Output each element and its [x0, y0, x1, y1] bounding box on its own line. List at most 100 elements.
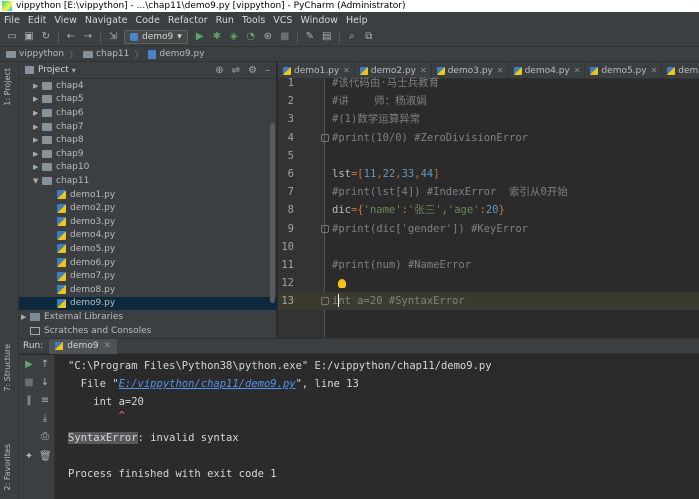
project-structure-icon[interactable]: ▤ — [321, 31, 333, 43]
open-folder-icon[interactable]: ▭ — [6, 31, 18, 43]
concurrency-icon[interactable]: ⊛ — [262, 31, 274, 43]
tree-item[interactable]: ▶ chap7 — [19, 120, 277, 134]
stop-icon[interactable]: ■ — [279, 31, 291, 43]
menu-code[interactable]: Code — [135, 15, 159, 26]
menu-tools[interactable]: Tools — [242, 15, 265, 26]
code-line[interactable]: 7 #print(lst[4]) #IndexError 索引从0开始 — [278, 183, 699, 201]
coverage-icon[interactable]: ◈ — [228, 31, 240, 43]
tree-item[interactable]: ▶ chap8 — [19, 133, 277, 147]
tree-item[interactable]: ▶ chap6 — [19, 106, 277, 120]
tree-item[interactable]: ▼ chap11 — [19, 174, 277, 188]
breadcrumb-item[interactable]: demo9.py — [148, 49, 205, 59]
folder-icon — [42, 122, 52, 131]
debug-icon[interactable]: ✱ — [211, 31, 223, 43]
breadcrumb-item[interactable]: vippython — [6, 49, 64, 59]
save-all-icon[interactable]: ▣ — [23, 31, 35, 43]
chevron-right-icon[interactable]: ▶ — [33, 82, 42, 90]
scroll-down-icon[interactable]: ↓ — [39, 377, 51, 389]
menu-run[interactable]: Run — [216, 15, 234, 26]
code-line[interactable]: 4 #print(10/0) #ZeroDivisionError — [278, 129, 699, 147]
stripe-tab-favorites[interactable]: 2: Favorites — [3, 444, 12, 490]
chevron-right-icon[interactable]: ▶ — [33, 109, 42, 117]
scroll-to-end-icon[interactable]: ⤓ — [39, 413, 51, 425]
code-line[interactable]: 6 lst=[11,22,33,44] — [278, 165, 699, 183]
menu-view[interactable]: View — [54, 15, 77, 26]
search-icon[interactable]: ⌕ — [346, 31, 358, 43]
run-icon[interactable]: ▶ — [194, 31, 206, 43]
chevron-right-icon[interactable]: ▶ — [33, 123, 42, 131]
code-line[interactable]: 11 #print(num) #NameError — [278, 256, 699, 274]
run-configuration-select[interactable]: demo9 ▾ — [124, 30, 188, 44]
code-line[interactable]: 1 #该代码由·马士兵教育 — [278, 74, 699, 92]
breadcrumb-item[interactable]: chap11 — [83, 49, 129, 59]
run-tab[interactable]: demo9 ✕ — [49, 338, 118, 354]
build-icon[interactable]: ⇲ — [107, 31, 119, 43]
clear-all-icon[interactable]: 🗑 — [39, 451, 52, 463]
code-line[interactable]: 2 #讲 师：杨淑娟 — [278, 92, 699, 110]
tree-item[interactable]: ▶ chap10 — [19, 161, 277, 175]
pause-icon[interactable]: ‖ — [23, 395, 35, 407]
tree-item[interactable]: ▶ chap9 — [19, 147, 277, 161]
tree-item[interactable]: demo9.py — [19, 296, 277, 311]
chevron-down-icon[interactable]: ▼ — [33, 177, 42, 185]
project-view-select[interactable]: Project — [38, 65, 69, 75]
menu-navigate[interactable]: Navigate — [85, 15, 128, 26]
collapse-all-icon[interactable]: ⇌ — [232, 65, 240, 76]
scroll-up-icon[interactable]: ↑ — [39, 359, 51, 371]
code-line[interactable]: 8 dic={'name':'张三','age':20} — [278, 201, 699, 219]
tree-item[interactable]: demo2.py — [19, 201, 277, 215]
tree-item[interactable]: demo5.py — [19, 242, 277, 256]
menu-window[interactable]: Window — [300, 15, 337, 26]
gear-icon[interactable]: ⚙ — [248, 65, 257, 76]
project-icon — [25, 66, 34, 74]
tree-item[interactable]: demo4.py — [19, 229, 277, 243]
code-line[interactable]: 3 #(1)数学运算异常 — [278, 110, 699, 128]
print-icon[interactable]: ⎙ — [39, 431, 51, 443]
forward-icon[interactable]: → — [82, 31, 94, 43]
stop-icon[interactable]: ■ — [23, 377, 35, 389]
settings-wrench-icon[interactable]: ✎ — [304, 31, 316, 43]
hide-icon[interactable]: – — [265, 65, 270, 76]
tree-item-label: demo9.py — [70, 298, 116, 309]
chevron-right-icon[interactable]: ▶ — [33, 150, 42, 158]
back-icon[interactable]: ← — [65, 31, 77, 43]
tree-item[interactable]: Scratches and Consoles — [19, 324, 277, 338]
lightbulb-icon[interactable] — [338, 279, 346, 288]
stripe-tab-structure[interactable]: 7: Structure — [3, 344, 12, 392]
tree-item[interactable]: ▶ chap5 — [19, 93, 277, 107]
traceback-file-link[interactable]: E:/vippython/chap11/demo9.py — [119, 378, 296, 390]
tree-item[interactable]: demo6.py — [19, 256, 277, 270]
fold-marker-icon[interactable] — [321, 133, 329, 142]
tree-item[interactable]: demo7.py — [19, 269, 277, 283]
rerun-icon[interactable]: ▶ — [23, 359, 35, 371]
code-line[interactable]: 13 int a=20 #SyntaxError — [278, 292, 699, 311]
soft-wrap-icon[interactable]: ≡ — [39, 395, 51, 407]
sync-icon[interactable]: ↻ — [40, 31, 52, 43]
chevron-right-icon[interactable]: ▶ — [33, 163, 42, 171]
chevron-right-icon[interactable]: ▶ — [33, 136, 42, 144]
tree-item[interactable]: demo3.py — [19, 215, 277, 229]
profile-icon[interactable]: ◔ — [245, 31, 257, 43]
close-icon[interactable]: ✕ — [104, 341, 112, 351]
fold-marker-icon[interactable] — [321, 224, 329, 233]
code-line[interactable]: 5 — [278, 147, 699, 165]
project-scrollbar[interactable] — [270, 123, 275, 303]
tree-item[interactable]: demo8.py — [19, 283, 277, 297]
code-line[interactable]: 10 — [278, 238, 699, 256]
locate-file-icon[interactable]: ⊕ — [215, 65, 223, 76]
chevron-right-icon[interactable]: ▶ — [21, 313, 30, 321]
code-line[interactable]: 9 #print(dic['gender']) #KeyError — [278, 220, 699, 238]
menu-refactor[interactable]: Refactor — [168, 15, 208, 26]
chevron-right-icon[interactable]: ▶ — [33, 95, 42, 103]
stripe-tab-project[interactable]: 1: Project — [3, 68, 12, 106]
tree-item[interactable]: ▶ External Libraries — [19, 310, 277, 324]
pin-icon[interactable]: ✦ — [23, 451, 35, 463]
menu-vcs[interactable]: VCS — [273, 15, 292, 26]
plugin-icon[interactable]: ⧉ — [363, 31, 375, 43]
tree-item[interactable]: demo1.py — [19, 188, 277, 202]
tree-item[interactable]: ▶ chap4 — [19, 79, 277, 93]
menu-edit[interactable]: Edit — [28, 15, 46, 26]
fold-marker-icon[interactable] — [321, 297, 329, 306]
menu-help[interactable]: Help — [346, 15, 368, 26]
menu-file[interactable]: File — [4, 15, 20, 26]
